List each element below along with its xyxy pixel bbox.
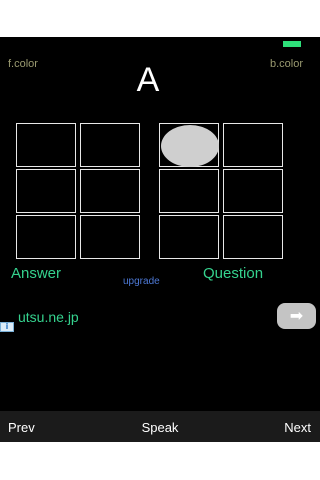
question-cell-4 bbox=[223, 123, 283, 167]
answer-label: Answer bbox=[11, 265, 62, 282]
question-cell-1 bbox=[159, 123, 219, 167]
answer-cell-6[interactable] bbox=[80, 215, 140, 259]
question-cell-3 bbox=[159, 215, 219, 259]
question-cell-2 bbox=[159, 169, 219, 213]
answer-cell-4[interactable] bbox=[80, 123, 140, 167]
bottom-toolbar: Prev Speak Next bbox=[0, 411, 320, 442]
app-screen: f.color b.color A Answer upgrade Questio… bbox=[0, 37, 320, 442]
question-braille-grid bbox=[159, 123, 285, 261]
answer-cell-5[interactable] bbox=[80, 169, 140, 213]
battery-indicator-icon bbox=[283, 41, 301, 47]
info-icon[interactable]: i bbox=[0, 322, 14, 332]
braille-dot bbox=[161, 125, 219, 167]
answer-cell-2[interactable] bbox=[16, 169, 76, 213]
ad-banner-text[interactable]: utsu.ne.jp bbox=[18, 309, 79, 325]
question-cell-5 bbox=[223, 169, 283, 213]
arrow-right-icon: ➡ bbox=[289, 306, 304, 325]
answer-cell-1[interactable] bbox=[16, 123, 76, 167]
question-label: Question bbox=[203, 265, 264, 282]
next-button[interactable]: Next bbox=[284, 420, 311, 435]
answer-cell-3[interactable] bbox=[16, 215, 76, 259]
upgrade-link[interactable]: upgrade bbox=[123, 276, 160, 287]
answer-braille-grid bbox=[16, 123, 142, 261]
question-cell-6 bbox=[223, 215, 283, 259]
current-letter: A bbox=[136, 61, 160, 99]
ad-arrow-button[interactable]: ➡ bbox=[277, 303, 316, 329]
speak-button[interactable]: Speak bbox=[0, 420, 320, 435]
